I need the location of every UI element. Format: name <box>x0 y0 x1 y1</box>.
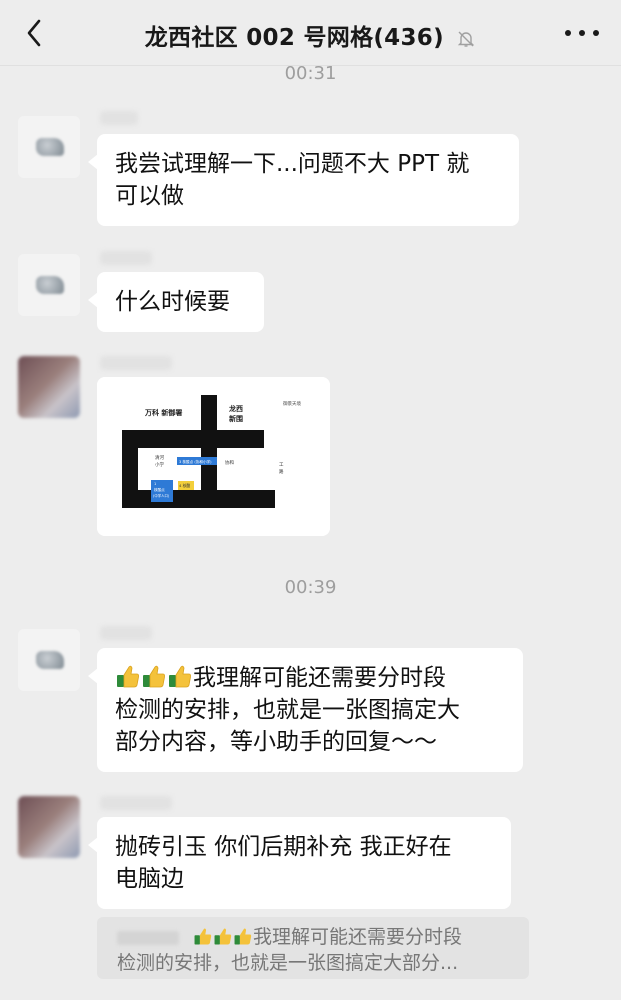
message-text: 抛砖引玉 你们后期补充 我正好在 <box>115 834 452 860</box>
quoted-message[interactable]: 我理解可能还需要分时段 检测的安排，也就是一张图搞定大部分... <box>97 917 529 979</box>
message-bubble[interactable]: 抛砖引玉 你们后期补充 我正好在 电脑边 <box>88 817 511 909</box>
avatar[interactable] <box>18 356 80 418</box>
avatar[interactable] <box>18 629 80 691</box>
avatar[interactable] <box>18 796 80 858</box>
sender-name-blurred <box>100 626 152 640</box>
more-dot <box>593 30 599 36</box>
timestamp: 00:31 <box>284 63 337 84</box>
map-label-blue: 3 核酸点 (协和小学) <box>179 459 212 464</box>
chat-header: 龙西社区 002 号网格(436) <box>0 0 621 66</box>
chat-title: 龙西社区 002 号网格(436) <box>144 25 444 51</box>
message-text: 可以做 <box>115 183 184 209</box>
map-label: 清河 <box>155 454 164 461</box>
sender-name-blurred <box>100 111 138 125</box>
chat-title-area[interactable]: 龙西社区 002 号网格(436) <box>0 18 621 52</box>
map-label: 万科 新御署 <box>144 408 182 417</box>
map-sketch-image: 3 核酸点 (协和小学) 1 核酸点 (中学人口) 4 核酸 万科 新御署 龙西… <box>97 377 330 536</box>
map-label: 龙西 <box>228 404 243 413</box>
timestamp: 00:39 <box>284 577 337 598</box>
sender-name-blurred <box>100 356 172 370</box>
message-text: 电脑边 <box>115 866 184 892</box>
message-bubble[interactable]: 我尝试理解一下...问题不大 PPT 就 可以做 <box>88 134 519 226</box>
message-text-line: 我理解可能还需要分时段 <box>115 662 505 694</box>
message-text: 我尝试理解一下...问题不大 PPT 就 <box>115 151 470 177</box>
message-text: 部分内容，等小助手的回复～～ <box>115 729 437 755</box>
map-label-blue: (中学人口) <box>153 493 170 498</box>
thumbs-up-icon <box>117 665 139 688</box>
quote-text: 检测的安排，也就是一张图搞定大部分... <box>117 952 459 974</box>
more-button[interactable] <box>565 22 599 44</box>
map-label-blue: 核酸点 <box>154 487 165 492</box>
message-text: 检测的安排，也就是一张图搞定大 <box>115 697 460 723</box>
map-label: 新围 <box>229 414 243 423</box>
thumbs-up-icon <box>169 665 191 688</box>
map-label: 小学 <box>155 461 164 468</box>
map-label: 御景天境 <box>283 400 301 407</box>
thumbs-up-icon <box>143 665 165 688</box>
map-label-yellow: 4 核酸 <box>179 483 190 488</box>
more-dot <box>565 30 571 36</box>
message-text: 什么时候要 <box>115 289 230 315</box>
quote-sender-blurred <box>117 930 179 945</box>
quote-line: 我理解可能还需要分时段 <box>117 924 519 950</box>
map-label: 协和 <box>225 459 234 466</box>
message-bubble[interactable]: 我理解可能还需要分时段 检测的安排，也就是一张图搞定大 部分内容，等小助手的回复… <box>88 648 523 772</box>
message-bubble[interactable]: 什么时候要 <box>88 272 264 332</box>
sender-name-blurred <box>100 796 172 810</box>
sender-name-blurred <box>100 251 152 265</box>
quote-text: 我理解可能还需要分时段 <box>253 926 463 948</box>
map-label-blue: 1 <box>154 482 156 486</box>
image-message[interactable]: 3 核酸点 (协和小学) 1 核酸点 (中学人口) 4 核酸 万科 新御署 龙西… <box>97 377 330 536</box>
bell-off-icon <box>458 31 475 47</box>
avatar[interactable] <box>18 116 80 178</box>
thumbs-up-icon <box>234 928 252 945</box>
more-dot <box>579 30 585 36</box>
thumbs-up-icon <box>214 928 232 945</box>
map-label: 工 <box>279 462 284 468</box>
message-text: 我理解可能还需要分时段 <box>193 665 446 691</box>
map-label: 路 <box>279 468 284 475</box>
thumbs-up-icon <box>194 928 212 945</box>
avatar[interactable] <box>18 254 80 316</box>
